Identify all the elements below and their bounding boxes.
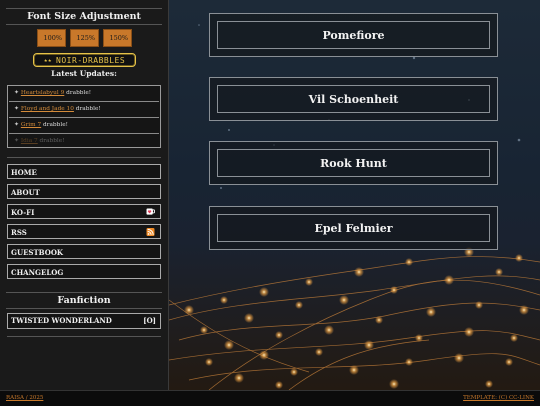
diamond-icon: ✦	[14, 90, 19, 96]
main-content: Pomefiore Vil Schoenheit Rook Hunt Epel …	[169, 0, 540, 390]
update-suffix: drabble!	[73, 106, 101, 112]
footer-template-link[interactable]: TEMPLATE: (C) CC-LINK	[463, 391, 534, 405]
update-link[interactable]: Heartslabyul 9	[21, 90, 64, 96]
character-card-vil-schoenheit[interactable]: Vil Schoenheit	[209, 77, 498, 121]
sidebar: Font Size Adjustment 100% 125% 150% ★★ N…	[0, 0, 169, 390]
fairy-lights-background	[169, 24, 540, 390]
fanfiction-item-count: [O]	[143, 316, 156, 325]
nav-changelog[interactable]: CHANGELOG	[7, 264, 161, 279]
list-item: ✦ Grim 7 drabble!	[9, 118, 159, 134]
star-icon: ★★	[43, 56, 53, 64]
nav-home[interactable]: HOME	[7, 164, 161, 179]
footer-credit-link[interactable]: RAISA / 2025	[6, 391, 43, 405]
nav-rss-label: RSS	[11, 228, 27, 237]
update-suffix: drabble!	[41, 122, 68, 128]
site-badge[interactable]: ★★ NOIR-DRABBLES	[33, 53, 136, 67]
character-card-rook-hunt[interactable]: Rook Hunt	[209, 141, 498, 185]
character-card-label: Epel Felmier	[217, 214, 490, 242]
font-size-buttons: 100% 125% 150%	[0, 29, 168, 47]
main-nav: HOME ABOUT KO-FI RSS GUESTBOOK CHANGELOG	[7, 164, 161, 284]
font-size-150-button[interactable]: 150%	[102, 29, 132, 47]
footer: RAISA / 2025 TEMPLATE: (C) CC-LINK	[0, 390, 540, 406]
font-size-125-button[interactable]: 125%	[69, 29, 99, 47]
site-badge-label: NOIR-DRABBLES	[56, 55, 126, 65]
character-card-label: Rook Hunt	[217, 149, 490, 177]
nav-guestbook-label: GUESTBOOK	[11, 248, 64, 257]
fanfiction-item-label: TWISTED WONDERLAND	[11, 316, 112, 325]
diamond-icon: ✦	[14, 106, 19, 112]
coffee-cup-icon	[146, 208, 155, 215]
fanfiction-item[interactable]: TWISTED WONDERLAND [O]	[7, 313, 161, 329]
nav-changelog-label: CHANGELOG	[11, 268, 64, 277]
nav-guestbook[interactable]: GUESTBOOK	[7, 244, 161, 259]
update-link[interactable]: Floyd and Jade 10	[21, 106, 74, 112]
updates-list[interactable]: ✦ Heartslabyul 9 drabble! ✦ Floyd and Jade…	[7, 85, 161, 148]
rss-icon	[146, 228, 155, 236]
diamond-icon: ✦	[14, 138, 19, 144]
update-suffix: drabble!	[37, 138, 65, 144]
nav-kofi-label: KO-FI	[11, 208, 35, 217]
update-suffix: drabble!	[64, 90, 92, 96]
nav-rss[interactable]: RSS	[7, 224, 161, 239]
nav-about-label: ABOUT	[11, 188, 40, 197]
nav-kofi[interactable]: KO-FI	[7, 204, 161, 219]
fanfiction-heading: Fanfiction	[6, 292, 162, 309]
character-card-epel-felmier[interactable]: Epel Felmier	[209, 206, 498, 250]
font-size-100-button[interactable]: 100%	[36, 29, 66, 47]
list-item: ✦ Idia 7 drabble!	[9, 134, 159, 147]
update-link[interactable]: Grim 7	[21, 122, 41, 128]
character-card-label: Vil Schoenheit	[217, 85, 490, 113]
update-link[interactable]: Idia 7	[21, 138, 38, 144]
character-card-label: Pomefiore	[217, 21, 490, 49]
list-item: ✦ Heartslabyul 9 drabble!	[9, 86, 159, 102]
font-size-heading: Font Size Adjustment	[6, 8, 162, 25]
nav-about[interactable]: ABOUT	[7, 184, 161, 199]
list-item: ✦ Floyd and Jade 10 drabble!	[9, 102, 159, 118]
nav-home-label: HOME	[11, 168, 37, 177]
updates-title: Latest Updates:	[51, 69, 117, 78]
character-card-pomefiore[interactable]: Pomefiore	[209, 13, 498, 57]
diamond-icon: ✦	[14, 122, 19, 128]
divider	[7, 157, 161, 158]
divider	[7, 336, 161, 337]
